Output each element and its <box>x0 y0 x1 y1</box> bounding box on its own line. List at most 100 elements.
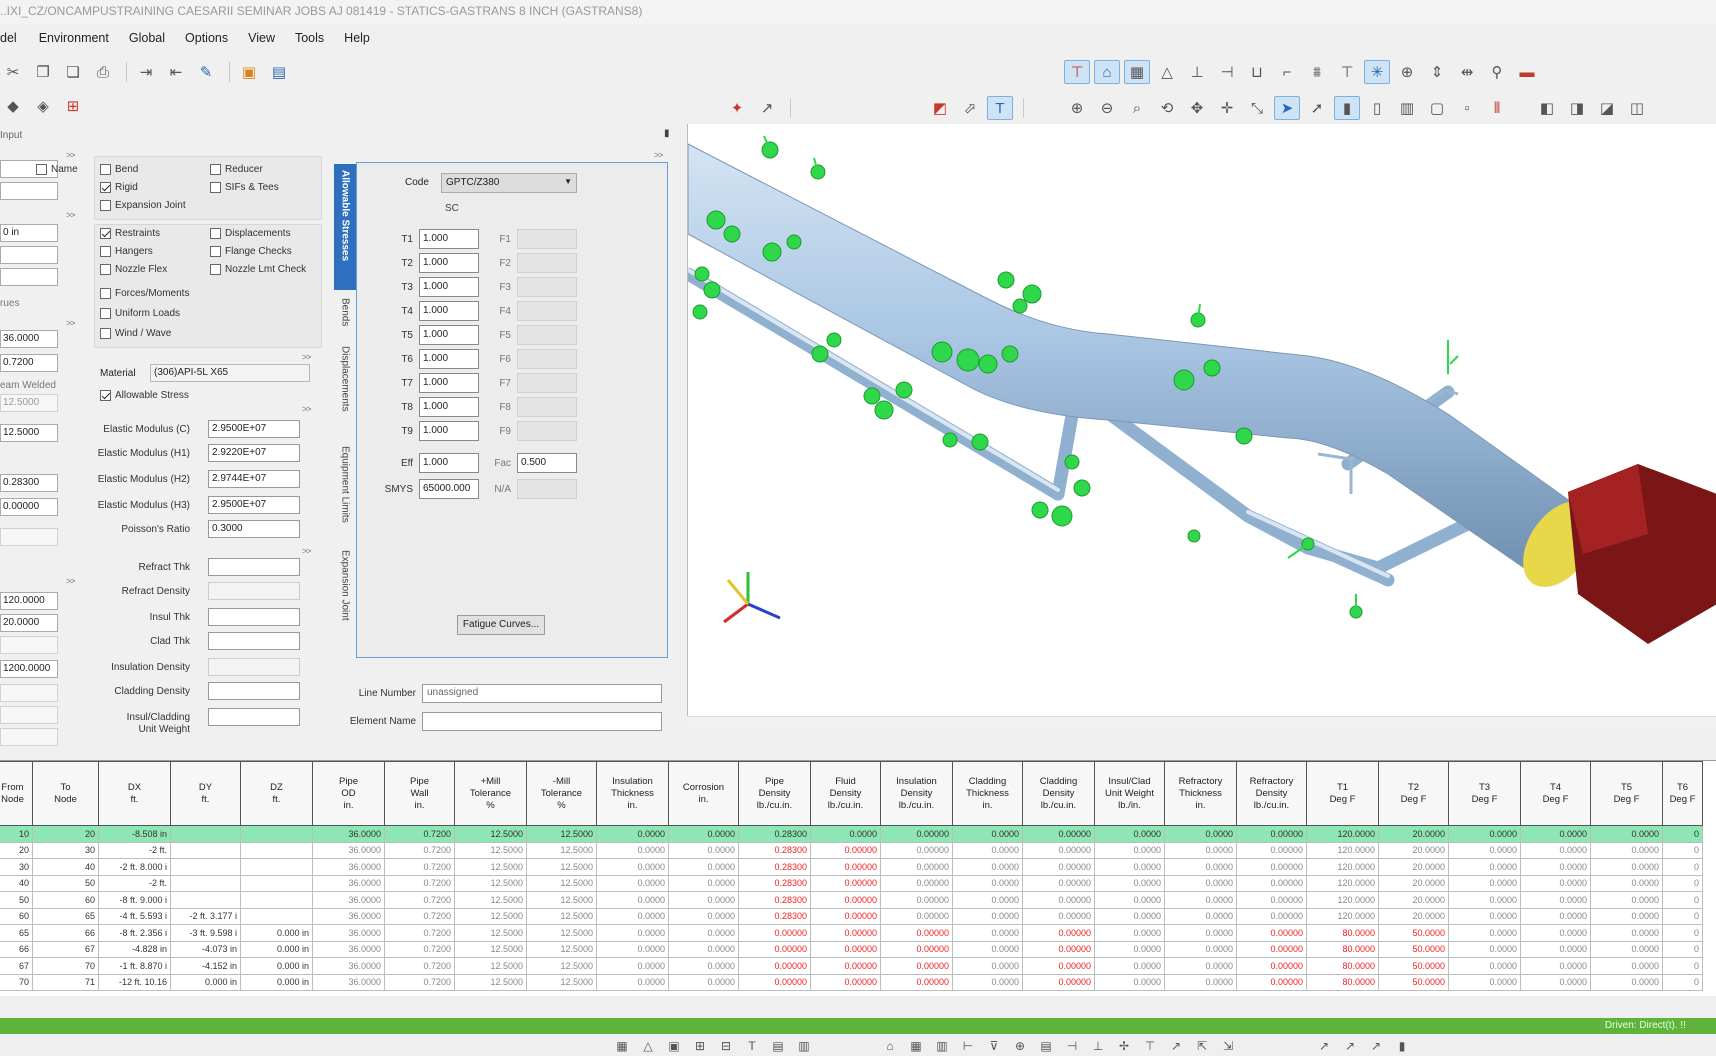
bottom-tool-icon[interactable]: ↗ <box>1314 1038 1334 1054</box>
table-row[interactable]: 66 67 -4.828 in -4.073 in 0.000 in 36.0000 0.7… <box>0 940 1703 958</box>
table-cell[interactable]: 0.00000 <box>880 874 953 892</box>
table-cell[interactable]: 0.0000 <box>952 907 1023 925</box>
table-cell[interactable]: 0.00000 <box>1022 924 1095 942</box>
column-header[interactable]: Refractory Density lb./cu.in. <box>1236 761 1307 826</box>
pointer-hint-icon[interactable]: ↗ <box>754 96 780 120</box>
table-cell[interactable]: 0 <box>1662 907 1703 925</box>
table-cell[interactable]: 50.0000 <box>1378 940 1449 958</box>
column-header[interactable]: Refractory Thickness in. <box>1164 761 1237 826</box>
t-field[interactable]: 1.000 <box>419 349 479 369</box>
bottom-tool-icon[interactable]: ⊥ <box>1088 1038 1108 1054</box>
table-cell[interactable]: 0.0000 <box>1164 858 1237 876</box>
table-cell[interactable] <box>170 891 241 909</box>
table-cell[interactable]: 0.0000 <box>668 940 739 958</box>
table-cell[interactable]: 0.0000 <box>1448 957 1521 975</box>
smys-field[interactable]: 65000.000 <box>419 479 479 499</box>
table-cell[interactable]: 0.0000 <box>1590 874 1663 892</box>
table-cell[interactable]: 0.0000 <box>1448 825 1521 843</box>
table-cell[interactable]: 120.0000 <box>1306 891 1379 909</box>
table-cell[interactable]: 0.0000 <box>1094 891 1165 909</box>
zoom-window-icon[interactable]: ⌕ <box>1124 96 1150 120</box>
table-cell[interactable]: 12.5000 <box>454 907 527 925</box>
table-cell[interactable]: 0.0000 <box>952 858 1023 876</box>
empty-field[interactable] <box>0 528 58 546</box>
mill-tol-field[interactable]: 12.5000 <box>0 424 58 442</box>
table-cell[interactable]: 0.00000 <box>880 924 953 942</box>
table-cell[interactable]: 80.0000 <box>1306 924 1379 942</box>
table-cell[interactable]: 0.7200 <box>384 825 455 843</box>
displacements-checkbox[interactable]: Displacements <box>210 228 291 239</box>
table-cell[interactable]: 0.00000 <box>880 940 953 958</box>
table-cell[interactable]: 0.00000 <box>880 891 953 909</box>
code-select[interactable]: GPTC/Z380 ▼ <box>441 173 577 193</box>
table-cell[interactable]: 12.5000 <box>454 841 527 859</box>
render-hidden-icon[interactable]: ▫ <box>1454 96 1480 120</box>
table-cell[interactable]: 0.00000 <box>880 841 953 859</box>
table-cell[interactable]: -12 ft. 10.16 <box>98 973 171 991</box>
table-cell[interactable]: 0.00000 <box>738 924 811 942</box>
collapse-chevron-icon[interactable]: >> <box>302 404 311 414</box>
column-header[interactable]: T3 Deg F <box>1448 761 1521 826</box>
table-cell[interactable]: 12.5000 <box>526 924 597 942</box>
table-cell[interactable]: 0.0000 <box>1520 973 1591 991</box>
table-cell[interactable]: 12.5000 <box>454 874 527 892</box>
pin-icon[interactable]: ▮ <box>664 128 670 139</box>
refract-density-select[interactable] <box>208 582 300 600</box>
density-field[interactable]: 0.28300 <box>0 474 58 492</box>
delete-element-icon[interactable]: ⇤ <box>163 60 189 84</box>
legend-icon[interactable]: ▬ <box>1514 60 1540 84</box>
table-cell[interactable]: 65 <box>0 924 33 942</box>
table-cell[interactable]: 0.00000 <box>1022 858 1095 876</box>
table-row[interactable]: 10 20 -8.508 in 36.0000 0.7200 12.5000 12.5000… <box>0 825 1703 843</box>
tab-expansion-joint[interactable]: Expansion Joint <box>334 544 356 644</box>
table-cell[interactable]: 0 <box>1662 874 1703 892</box>
table-cell[interactable]: 0.000 in <box>240 973 313 991</box>
table-cell[interactable]: 0.0000 <box>1164 957 1237 975</box>
table-cell[interactable]: 12.5000 <box>526 891 597 909</box>
table-cell[interactable]: 0.00000 <box>1236 841 1307 859</box>
table-cell[interactable]: 0.00000 <box>1022 973 1095 991</box>
table-cell[interactable]: 120.0000 <box>1306 874 1379 892</box>
table-cell[interactable]: 0.0000 <box>952 825 1023 843</box>
f-field[interactable] <box>517 277 577 297</box>
table-row[interactable]: 50 60 -8 ft. 9.000 i 36.0000 0.7200 12.5000 12… <box>0 891 1703 909</box>
table-cell[interactable]: 0 <box>1662 891 1703 909</box>
table-cell[interactable]: 12.5000 <box>526 858 597 876</box>
table-cell[interactable]: 0.0000 <box>952 940 1023 958</box>
batch-run-icon[interactable]: ◆ <box>0 94 26 118</box>
table-cell[interactable]: 0.7200 <box>384 874 455 892</box>
table-cell[interactable]: 0.0000 <box>1590 973 1663 991</box>
table-cell[interactable]: 0.0000 <box>668 973 739 991</box>
table-cell[interactable] <box>170 874 241 892</box>
table-cell[interactable]: 0.00000 <box>810 841 881 859</box>
pressure-4-field[interactable] <box>0 728 58 746</box>
column-header[interactable]: Pipe OD in. <box>312 761 385 826</box>
table-cell[interactable]: 0.0000 <box>952 874 1023 892</box>
render-solid-icon[interactable]: ▮ <box>1334 96 1360 120</box>
elbow-icon[interactable]: ⌐ <box>1274 60 1300 84</box>
table-cell[interactable]: 66 <box>32 924 99 942</box>
table-cell[interactable]: 0.0000 <box>1448 858 1521 876</box>
table-cell[interactable]: 0.7200 <box>384 924 455 942</box>
table-cell[interactable]: -1 ft. 8.870 i <box>98 957 171 975</box>
table-cell[interactable]: 50 <box>0 891 33 909</box>
wall-field[interactable]: 0.7200 <box>0 354 58 372</box>
column-header[interactable]: Pipe Density lb./cu.in. <box>738 761 811 826</box>
column-header[interactable]: Insul/Clad Unit Weight lb./in. <box>1094 761 1165 826</box>
wind-wave-checkbox[interactable]: Wind / Wave <box>100 328 171 339</box>
table-cell[interactable]: 36.0000 <box>312 841 385 859</box>
bottom-tool-icon[interactable]: ▥ <box>794 1038 814 1054</box>
f-field[interactable] <box>517 229 577 249</box>
table-cell[interactable]: 36.0000 <box>312 907 385 925</box>
table-cell[interactable]: 0 <box>1662 940 1703 958</box>
table-cell[interactable]: 0.0000 <box>1520 841 1591 859</box>
range-icon[interactable]: ⇹ <box>1454 60 1480 84</box>
table-cell[interactable]: 0.0000 <box>1094 874 1165 892</box>
table-cell[interactable]: 0.0000 <box>1094 973 1165 991</box>
table-cell[interactable]: 0.00000 <box>810 940 881 958</box>
table-cell[interactable]: 0.28300 <box>738 825 811 843</box>
column-header[interactable]: Fluid Density lb./cu.in. <box>810 761 881 826</box>
reducer-checkbox[interactable]: Reducer <box>210 164 263 175</box>
table-cell[interactable]: 0.000 in <box>240 924 313 942</box>
table-cell[interactable]: 0.0000 <box>596 825 669 843</box>
